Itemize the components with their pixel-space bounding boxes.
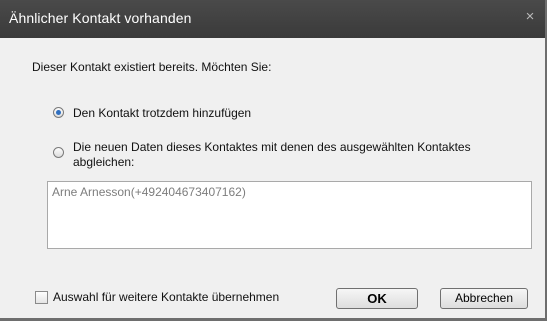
- prompt-text: Dieser Kontakt existiert bereits. Möchte…: [32, 60, 272, 74]
- list-item[interactable]: Arne Arnesson(+492404673407162): [52, 185, 246, 199]
- close-icon[interactable]: ×: [521, 8, 539, 26]
- merge-data-radio[interactable]: [53, 147, 64, 158]
- ok-button[interactable]: OK: [336, 288, 418, 309]
- apply-all-checkbox[interactable]: [35, 290, 48, 304]
- add-anyway-label: Den Kontakt trotzdem hinzufügen: [73, 106, 252, 120]
- similar-contact-dialog: Ähnlicher Kontakt vorhanden × Dieser Kon…: [0, 0, 547, 321]
- dialog-title: Ähnlicher Kontakt vorhanden: [9, 10, 192, 26]
- apply-all-checkbox-row[interactable]: Auswahl für weitere Kontakte übernehmen: [35, 290, 279, 304]
- title-bar[interactable]: Ähnlicher Kontakt vorhanden ×: [0, 0, 545, 38]
- add-anyway-radio[interactable]: [53, 107, 64, 118]
- merge-data-label: Die neuen Daten dieses Kontaktes mit den…: [73, 140, 471, 169]
- contact-listbox[interactable]: Arne Arnesson(+492404673407162): [47, 181, 532, 249]
- option-merge-data[interactable]: Die neuen Daten dieses Kontaktes mit den…: [53, 140, 523, 170]
- cancel-button[interactable]: Abbrechen: [440, 288, 528, 309]
- apply-all-label: Auswahl für weitere Kontakte übernehmen: [53, 290, 280, 304]
- option-add-anyway[interactable]: Den Kontakt trotzdem hinzufügen: [53, 106, 251, 121]
